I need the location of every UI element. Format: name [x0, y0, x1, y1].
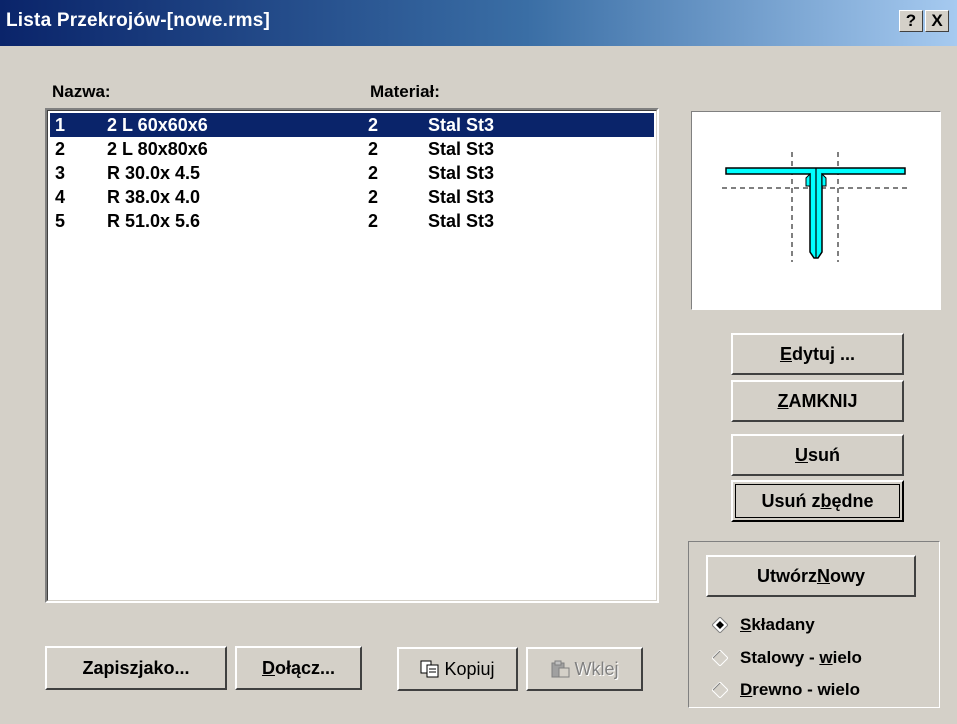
delete-unused-label-post: ędne	[831, 491, 874, 511]
save-as-label-pre: Zapisz	[82, 658, 139, 678]
save-as-label-post: ako...	[143, 658, 190, 678]
paste-label: Wklej	[574, 659, 619, 679]
row-number: 5	[55, 211, 66, 231]
row-material-name: Stal St3	[428, 211, 495, 231]
row-name: R 30.0x 4.5	[107, 163, 201, 183]
help-label: ?	[905, 11, 917, 30]
row-material-name: Stal St3	[428, 187, 495, 207]
radio-drewno-accelerator: D	[740, 680, 753, 699]
help-button[interactable]: ?	[899, 10, 923, 32]
row-name: R 51.0x 5.6	[107, 211, 201, 231]
row-material-number: 2	[368, 211, 379, 231]
close-label: X	[931, 11, 943, 30]
delete-unused-label-pre: Usuń z	[761, 491, 821, 511]
row-name: 2 L 80x80x6	[107, 139, 208, 159]
radio-unchecked-icon	[712, 650, 728, 666]
row-material-number: 2	[368, 163, 379, 183]
close-dialog-button[interactable]: ZAMKNIJ	[731, 380, 904, 422]
row-name: 2 L 60x60x6	[107, 115, 208, 135]
delete-button[interactable]: Usuń	[731, 434, 904, 476]
radio-skladany-accelerator: S	[740, 615, 752, 634]
edit-button[interactable]: Edytuj ...	[731, 333, 904, 375]
row-material-name: Stal St3	[428, 115, 495, 135]
row-number: 4	[55, 187, 66, 207]
list-item[interactable]: 3 R 30.0x 4.5 2 Stal St3	[50, 161, 654, 185]
copy-icon	[420, 660, 439, 678]
list-item[interactable]: 1 2 L 60x60x6 2 Stal St3	[50, 113, 654, 137]
row-material-number: 2	[368, 139, 379, 159]
create-new-label-post: owy	[829, 566, 865, 586]
edit-button-accelerator: E	[779, 344, 792, 364]
list-item[interactable]: 2 2 L 80x80x6 2 Stal St3	[50, 137, 654, 161]
sections-listbox[interactable]: 1 2 L 60x60x6 2 Stal St3 2 2 L 80x80x6 2…	[45, 108, 659, 603]
delete-unused-button[interactable]: Usuń zbędne	[731, 480, 904, 522]
delete-label-post: suń	[807, 445, 840, 465]
radio-stalowy-label-pre: Stalowy -	[740, 648, 820, 667]
row-material-name: Stal St3	[428, 139, 495, 159]
radio-skladany-label-post: kładany	[751, 615, 815, 634]
paste-icon	[551, 660, 569, 678]
close-dialog-label-post: AMKNIJ	[788, 391, 858, 411]
attach-accelerator: D	[261, 658, 275, 678]
radio-drewno-wielo[interactable]: Drewno - wielo	[712, 680, 860, 700]
copy-button[interactable]: Kopiuj	[397, 647, 518, 691]
save-as-button[interactable]: Zapisz jako...	[45, 646, 227, 690]
row-name: R 38.0x 4.0	[107, 187, 201, 207]
create-new-button[interactable]: Utwórz Nowy	[706, 555, 916, 597]
row-material-number: 2	[368, 187, 379, 207]
attach-label-post: ołącz...	[274, 658, 336, 678]
list-item[interactable]: 4 R 38.0x 4.0 2 Stal St3	[50, 185, 654, 209]
row-number: 2	[55, 139, 66, 159]
double-angle-section-icon	[722, 152, 910, 262]
material-column-header: Materiał:	[370, 82, 440, 101]
row-number: 1	[55, 115, 66, 135]
row-material-name: Stal St3	[428, 163, 495, 183]
create-new-accelerator: N	[816, 566, 830, 586]
delete-unused-accelerator: b	[820, 491, 832, 511]
copy-label: Kopiuj	[444, 659, 495, 679]
attach-button[interactable]: Dołącz...	[235, 646, 362, 690]
radio-unchecked-icon	[712, 682, 728, 698]
row-material-number: 2	[368, 115, 379, 135]
paste-button[interactable]: Wklej	[526, 647, 643, 691]
radio-stalowy-accelerator: w	[819, 648, 833, 667]
close-dialog-accelerator: Z	[777, 391, 789, 411]
edit-button-label-post: dytuj ...	[792, 344, 855, 364]
radio-checked-icon	[712, 617, 728, 633]
radio-stalowy-wielo[interactable]: Stalowy - wielo	[712, 648, 862, 668]
title-bar[interactable]: Lista Przekrojów-[nowe.rms] ? X	[0, 0, 957, 46]
list-item[interactable]: 5 R 51.0x 5.6 2 Stal St3	[50, 209, 654, 233]
delete-accelerator: U	[794, 445, 808, 465]
radio-drewno-label-post: rewno - wielo	[752, 680, 860, 699]
section-preview	[691, 111, 941, 310]
dialog-window: Lista Przekrojów-[nowe.rms] ? X Nazwa: M…	[0, 0, 957, 724]
create-new-label-pre: Utwórz	[756, 566, 817, 586]
name-column-header: Nazwa:	[52, 82, 111, 101]
row-number: 3	[55, 163, 66, 183]
close-button[interactable]: X	[925, 10, 949, 32]
window-title: Lista Przekrojów-[nowe.rms]	[6, 10, 271, 31]
radio-skladany[interactable]: Składany	[712, 615, 815, 635]
radio-stalowy-label-post: ielo	[832, 648, 862, 667]
